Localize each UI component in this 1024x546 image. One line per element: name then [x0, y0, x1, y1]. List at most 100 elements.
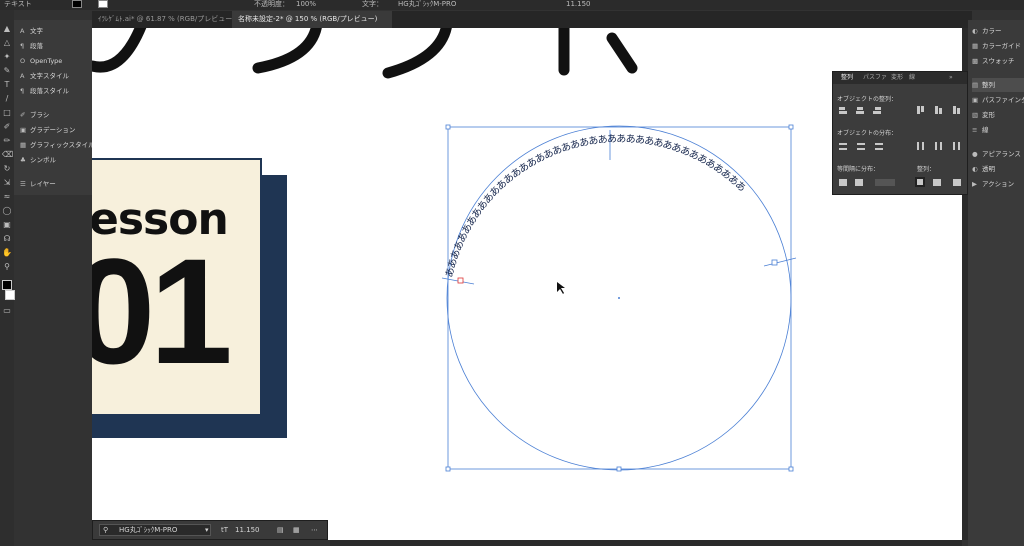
rotate-tool-icon[interactable]: ↻	[2, 164, 12, 174]
eraser-tool-icon[interactable]: ⌫	[2, 150, 13, 160]
panel-swatches-label: スウォッチ	[982, 57, 1015, 65]
paragraph-options-icon[interactable]: ▤	[277, 521, 284, 539]
direct-selection-tool-icon[interactable]: △	[2, 38, 12, 48]
panel-align-label: 整列	[982, 81, 995, 89]
panel-align[interactable]: ▤ 整列	[972, 78, 1024, 92]
control-font-size[interactable]: 11.150	[566, 0, 591, 8]
width-tool-icon[interactable]: ≈	[2, 192, 12, 202]
char-label: 文字：	[362, 0, 383, 8]
fill-swatch[interactable]	[72, 0, 82, 8]
panel-brushes[interactable]: ✐ ブラシ	[20, 108, 49, 122]
panel-layers[interactable]: ☰ レイヤー	[20, 177, 56, 191]
panel-actions[interactable]: ▶ アクション	[972, 177, 1014, 191]
text-on-path[interactable]: ああああああああああああああああああああああああああああああああああああああああ	[443, 133, 749, 279]
left-panel-dock: A 文字 ¶ 段落 O OpenType A 文字スタイル ¶ 段落スタイル ✐ ブラシ ▣…	[14, 20, 95, 195]
magic-wand-tool-icon[interactable]: ✦	[2, 52, 12, 62]
path-text-in-port[interactable]	[457, 277, 464, 284]
distribute-objects-icons[interactable]	[837, 140, 965, 154]
tab-transform[interactable]: 変形	[891, 72, 903, 84]
panel-paragraph-label: 段落	[30, 42, 43, 50]
collapse-icon[interactable]: »	[949, 72, 953, 84]
panel-transform[interactable]: ▧ 変形	[972, 108, 995, 122]
screen-mode-icon[interactable]: ▭	[2, 306, 12, 316]
panel-opentype[interactable]: O OpenType	[20, 54, 62, 68]
panel-swatches[interactable]: ▩ スウォッチ	[972, 54, 1015, 68]
swatches-icon: ▩	[972, 57, 979, 65]
hand-tool-icon[interactable]: ✋	[2, 248, 12, 258]
panel-color[interactable]: ◐ カラー	[972, 24, 1002, 38]
opacity-value[interactable]: 100%	[296, 0, 316, 8]
horizontal-scrollbar[interactable]	[330, 540, 962, 546]
tab-document-1[interactable]: ｲﾗﾚｹﾞﾑﾄ.ai* @ 61.87 % (RGB/プレビュー)	[92, 11, 235, 28]
align-text-icon[interactable]: ▦	[293, 521, 300, 539]
transform-icon: ▧	[972, 111, 979, 119]
line-tool-icon[interactable]: /	[2, 94, 12, 104]
control-font-name[interactable]: HG丸ｺﾞｼｯｸM-PRO	[398, 0, 456, 8]
align-panel-tabs: 整列 パスファ 変形 線 »	[833, 72, 967, 84]
panel-paragraph-styles[interactable]: ¶ 段落スタイル	[20, 84, 69, 98]
selection-tool-icon[interactable]: ▲	[2, 24, 12, 34]
center-point	[618, 297, 620, 299]
panel-gradient[interactable]: ▣ グラデーション	[20, 123, 75, 137]
color-icon: ◐	[972, 27, 978, 35]
align-to-label: 整列：	[917, 166, 936, 173]
fill-color-icon[interactable]	[2, 280, 12, 290]
font-family-value[interactable]: HG丸ｺﾞｼｯｸM-PRO	[119, 521, 177, 539]
large-text-strokes	[92, 28, 638, 79]
chevron-down-icon[interactable]: ▾	[205, 521, 209, 539]
panel-transform-label: 変形	[982, 111, 995, 119]
panel-appearance-label: アピアランス	[982, 150, 1021, 158]
tab-stroke[interactable]: 線	[909, 72, 915, 84]
panel-opentype-label: OpenType	[30, 57, 63, 65]
control-bar: テキスト 不透明度： 100% 文字： HG丸ｺﾞｼｯｸM-PRO 11.150	[0, 0, 1024, 10]
panel-paragraph-styles-label: 段落スタイル	[30, 87, 69, 95]
panel-brushes-label: ブラシ	[30, 111, 50, 119]
stroke-icon: ≡	[972, 126, 978, 134]
stroke-color-icon[interactable]	[5, 290, 15, 300]
stroke-swatch[interactable]	[98, 0, 108, 8]
pen-tool-icon[interactable]: ✎	[2, 66, 12, 76]
shape-builder-tool-icon[interactable]: ◯	[2, 206, 12, 216]
panel-color-label: カラー	[982, 27, 1002, 35]
pencil-tool-icon[interactable]: ✏	[2, 136, 12, 146]
panel-pathfinder-label: パスファインダー	[982, 96, 1024, 104]
panel-graphic-styles[interactable]: ▦ グラフィックスタイル	[20, 138, 95, 152]
zoom-tool-icon[interactable]: ⚲	[2, 262, 12, 272]
align-objects-icons[interactable]	[837, 104, 965, 118]
rectangle-tool-icon[interactable]: □	[2, 108, 12, 118]
panel-character-styles[interactable]: A 文字スタイル	[20, 69, 69, 83]
search-icon: ⚲	[103, 526, 109, 534]
panel-transparency[interactable]: ◐ 透明	[972, 162, 995, 176]
panel-pathfinder[interactable]: ▣パスファインダー	[972, 93, 1024, 107]
more-options-icon[interactable]: ⋯	[311, 521, 318, 539]
gradient-tool-icon[interactable]: ▣	[2, 220, 12, 230]
panel-character-styles-label: 文字スタイル	[30, 72, 69, 80]
eyedropper-tool-icon[interactable]: ☊	[2, 234, 12, 244]
tools-panel: ▲ △ ✦ ✎ T / □ ✐ ✏ ⌫ ↻ ⇲ ≈ ◯ ▣ ☊ ✋ ⚲ ▭	[0, 10, 15, 546]
panel-layers-label: レイヤー	[30, 180, 56, 188]
panel-gradient-label: グラデーション	[30, 126, 76, 134]
color-guide-icon: ▦	[972, 42, 979, 50]
panel-character[interactable]: A 文字	[20, 24, 43, 38]
panel-symbols[interactable]: ♣ シンボル	[20, 153, 56, 167]
tab-document-2[interactable]: 名称未設定-2* @ 150 % (RGB/プレビュー)	[232, 11, 392, 28]
panel-appearance[interactable]: ● アピアランス	[972, 147, 1021, 161]
panel-graphic-styles-label: グラフィックスタイル	[30, 141, 95, 149]
panel-stroke[interactable]: ≡ 線	[972, 123, 989, 137]
align-objects-label: オブジェクトの整列：	[837, 96, 898, 103]
spacing-icons[interactable]	[837, 176, 965, 190]
mouse-cursor-icon	[557, 282, 565, 294]
lesson-number: 01	[92, 227, 233, 395]
tab-pathfinder[interactable]: パスファ	[863, 72, 887, 84]
panel-color-guide[interactable]: ▦ カラーガイド	[972, 39, 1021, 53]
tab-align[interactable]: 整列	[841, 72, 853, 84]
path-text-out-port[interactable]	[771, 259, 778, 266]
font-size-value[interactable]: 11.150	[235, 521, 260, 539]
control-left-label: テキスト	[4, 0, 32, 8]
panel-color-guide-label: カラーガイド	[982, 42, 1021, 50]
brush-tool-icon[interactable]: ✐	[2, 122, 12, 132]
pathfinder-icon: ▣	[972, 96, 979, 104]
type-tool-icon[interactable]: T	[2, 80, 12, 90]
scale-tool-icon[interactable]: ⇲	[2, 178, 12, 188]
panel-paragraph[interactable]: ¶ 段落	[20, 39, 43, 53]
